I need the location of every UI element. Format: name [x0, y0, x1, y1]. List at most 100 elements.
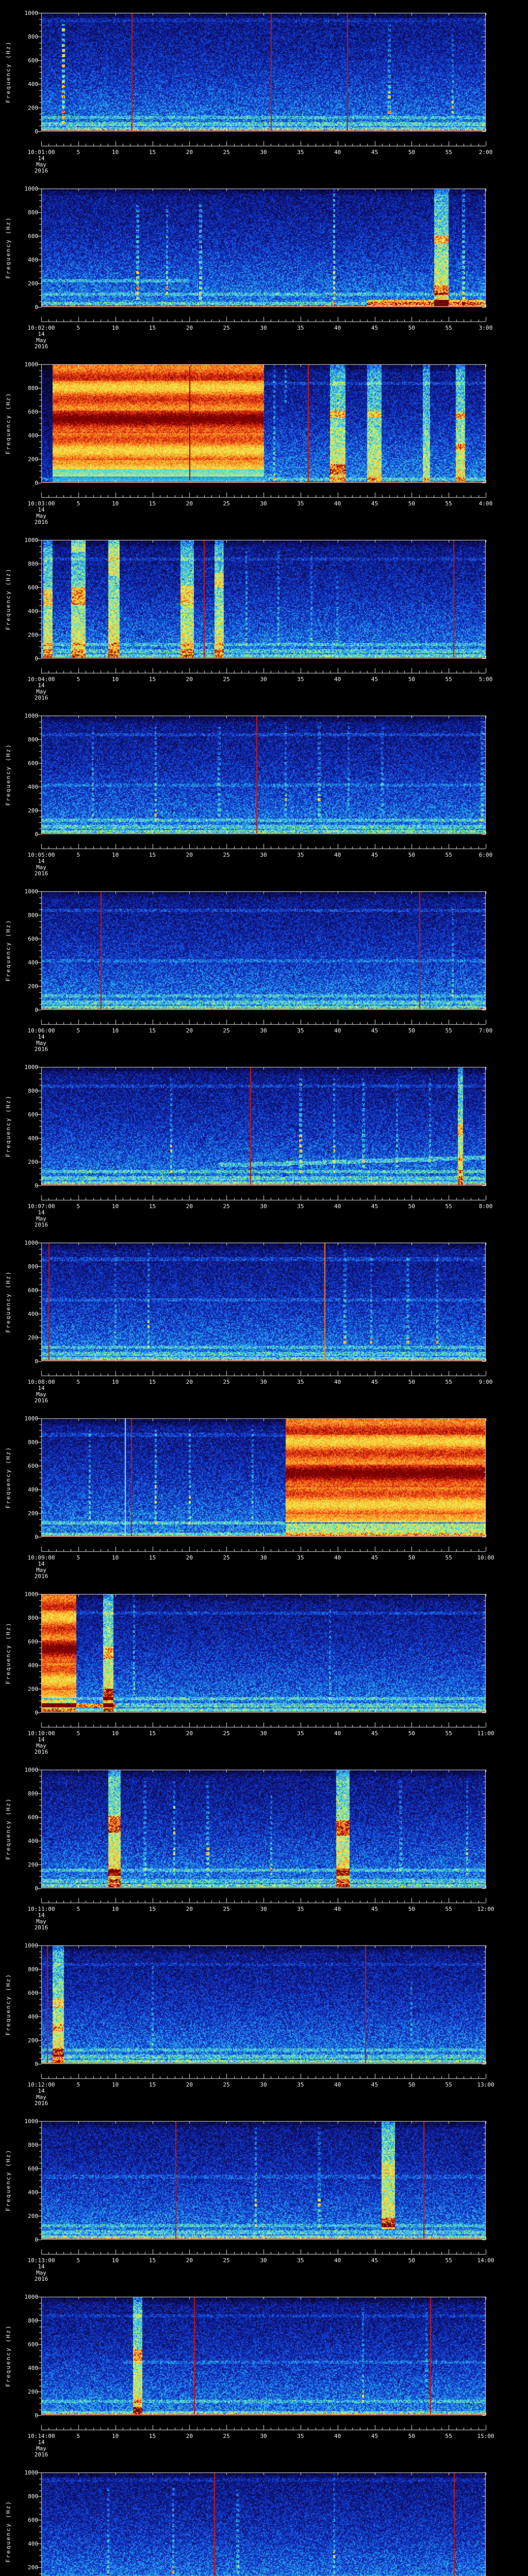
- y-axis-label: Frequency (Hz): [5, 2500, 12, 2563]
- x-tick-label: 45: [371, 1554, 378, 1561]
- x-tick-label: 45: [371, 1730, 378, 1737]
- x-tick-label: 45: [371, 149, 378, 156]
- x-tick-label: 30: [260, 1730, 267, 1737]
- y-tick-label: 1000: [24, 1942, 39, 1949]
- x-tick-label: 25: [223, 1203, 230, 1210]
- x-tick-label: 45: [371, 852, 378, 858]
- x-tick-label: 10: [112, 852, 119, 858]
- x-tick-label: 40: [334, 2433, 341, 2439]
- x-tick-label: 50: [408, 1379, 415, 1385]
- x-tick-label: 15: [148, 1027, 156, 1034]
- y-tick-label: 200: [28, 1510, 38, 1517]
- y-axis-label: Frequency (Hz): [5, 1798, 12, 1860]
- x-tick-label: 10: [112, 1027, 119, 1034]
- x-axis-date-line: 2016: [34, 2451, 48, 2458]
- y-tick-label: 0: [35, 1182, 38, 1189]
- x-axis-end-time: 12:00: [477, 1906, 494, 1912]
- x-tick-label: 15: [148, 325, 156, 331]
- x-tick-label: 20: [186, 2257, 193, 2264]
- y-tick-label: 800: [28, 561, 38, 567]
- x-tick-label: 35: [297, 852, 304, 858]
- x-tick-label: 10: [112, 325, 119, 331]
- y-tick-label: 0: [35, 1007, 38, 1013]
- y-tick-label: 200: [28, 2388, 38, 2395]
- y-tick-label: 200: [28, 456, 38, 463]
- y-axis-label: Frequency (Hz): [5, 743, 12, 806]
- x-tick-label: 25: [223, 1379, 230, 1385]
- y-tick-label: 0: [35, 1709, 38, 1716]
- x-tick-label: 50: [408, 149, 415, 156]
- y-tick-label: 200: [28, 105, 38, 111]
- x-axis-end-time: 15:00: [477, 2433, 494, 2439]
- y-tick-label: 400: [28, 81, 38, 88]
- y-tick-label: 400: [28, 1838, 38, 1844]
- y-tick-label: 0: [35, 2412, 38, 2419]
- x-tick-label: 50: [408, 1730, 415, 1737]
- x-tick-label: 40: [334, 1379, 341, 1385]
- y-tick-label: 600: [28, 1814, 38, 1821]
- x-tick-label: 25: [223, 2433, 230, 2439]
- x-tick-label: 10: [112, 1554, 119, 1561]
- y-tick-label: 800: [28, 2142, 38, 2148]
- y-tick-label: 600: [28, 1463, 38, 1469]
- x-tick-label: 55: [445, 1730, 452, 1737]
- x-axis-end-time: 4:00: [478, 500, 493, 507]
- y-tick-label: 600: [28, 2517, 38, 2523]
- y-tick-label: 800: [28, 1790, 38, 1797]
- x-tick-label: 40: [334, 1730, 341, 1737]
- x-axis-end-time: 7:00: [478, 1027, 493, 1034]
- y-tick-label: 1000: [24, 713, 39, 719]
- y-tick-label: 0: [35, 2061, 38, 2067]
- x-tick-label: 55: [445, 2257, 452, 2264]
- spectrogram-panel: Frequency (Hz) 0 200 400 600 800 1000 5 10 15 20 2…: [0, 2108, 528, 2284]
- x-tick-label: 30: [260, 1379, 267, 1385]
- x-tick-label: 50: [408, 676, 415, 683]
- x-axis-date-line: 2016: [34, 2100, 48, 2107]
- x-tick-label: 50: [408, 2081, 415, 2088]
- y-tick-label: 400: [28, 432, 38, 439]
- x-tick-label: 5: [76, 149, 80, 156]
- spectrogram-panel: Frequency (Hz) 0 200 400 600 800 1000 5 10 15 20 2…: [0, 1933, 528, 2108]
- y-tick-label: 0: [35, 304, 38, 311]
- x-tick-label: 45: [371, 2257, 378, 2264]
- y-tick-label: 1000: [24, 2118, 39, 2125]
- x-axis-end-time: 2:00: [478, 149, 493, 156]
- y-tick-label: 0: [35, 1358, 38, 1365]
- x-tick-label: 40: [334, 1203, 341, 1210]
- y-tick-label: 800: [28, 385, 38, 392]
- y-tick-label: 800: [28, 1439, 38, 1446]
- x-tick-label: 20: [186, 676, 193, 683]
- x-tick-label: 30: [260, 852, 267, 858]
- y-axis-label: Frequency (Hz): [5, 568, 12, 631]
- x-tick-label: 45: [371, 1906, 378, 1912]
- x-tick-label: 55: [445, 1906, 452, 1912]
- y-tick-label: 800: [28, 736, 38, 743]
- y-tick-label: 200: [28, 1159, 38, 1165]
- x-tick-label: 55: [445, 852, 452, 858]
- x-tick-label: 20: [186, 852, 193, 858]
- y-tick-label: 1000: [24, 1064, 39, 1071]
- y-axis-label: Frequency (Hz): [5, 392, 12, 455]
- x-tick-label: 30: [260, 325, 267, 331]
- y-tick-label: 400: [28, 959, 38, 966]
- x-tick-label: 15: [148, 2433, 156, 2439]
- x-tick-label: 35: [297, 1554, 304, 1561]
- spectrogram-stack: Frequency (Hz) 0 200 400 600 800 1000 5 10 15 20 2…: [0, 0, 528, 2576]
- x-tick-label: 35: [297, 2257, 304, 2264]
- x-axis-date-line: 2016: [34, 1397, 48, 1404]
- y-tick-label: 400: [28, 1135, 38, 1142]
- x-tick-label: 25: [223, 2081, 230, 2088]
- x-tick-label: 5: [76, 2433, 80, 2439]
- x-tick-label: 10: [112, 1203, 119, 1210]
- x-tick-label: 15: [148, 1203, 156, 1210]
- spectrogram-panel: Frequency (Hz) 0 200 400 600 800 1000 5 10 15 20 2…: [0, 1054, 528, 1230]
- y-tick-label: 1000: [24, 2294, 39, 2300]
- y-tick-label: 0: [35, 128, 38, 135]
- spectrogram-panel: Frequency (Hz) 0 200 400 600 800 1000 5 10 15 20 2…: [0, 527, 528, 703]
- y-tick-label: 1000: [24, 1591, 39, 1598]
- x-tick-label: 55: [445, 1027, 452, 1034]
- x-tick-label: 5: [76, 2257, 80, 2264]
- x-tick-label: 15: [148, 676, 156, 683]
- x-axis-date-line: 2016: [34, 694, 48, 701]
- y-axis-label: Frequency (Hz): [5, 41, 12, 104]
